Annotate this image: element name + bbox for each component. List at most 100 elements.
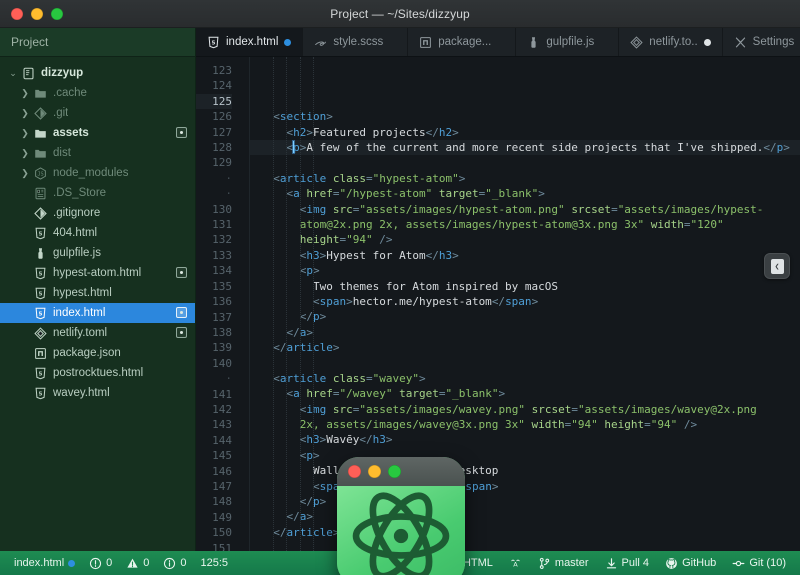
code-line[interactable]: <section> [260,109,800,124]
status-bar: index.html 0 0 0 125:5 UTF-8 HTML Amaster Pull … [0,551,800,575]
collapse-panel-button[interactable]: ❮ [764,253,790,279]
tab-netlify-to-[interactable]: netlify.to.. [619,28,722,56]
tree-item-wavey-html[interactable]: 5wavey.html [0,383,195,403]
code-line[interactable]: atom@2x.png 2x, assets/images/hypest-ato… [260,217,800,232]
code-line[interactable]: height="94" /> [260,232,800,247]
tree-item--ds-store[interactable]: .DS_Store [0,183,195,203]
status-item-master[interactable]: master [538,557,589,570]
code-line[interactable]: <img src="assets/images/wavey.png" srcse… [260,402,800,417]
soft-wrap-marker: · [196,186,232,201]
tab-close-icon[interactable] [600,39,607,46]
code-line[interactable]: <img src="assets/images/hypest-atom.png"… [260,202,800,217]
tree-item-label: node_modules [53,167,128,179]
line-number: 140 [196,356,232,371]
code-line[interactable]: </article> [260,525,800,540]
tab-label: Settings [753,36,795,48]
tree-item-hypest-atom-html[interactable]: 5hypest-atom.html [0,263,195,283]
status-item-125-5[interactable]: 125:5 [201,557,229,569]
tree-item--gitignore[interactable]: .gitignore [0,203,195,223]
code-line[interactable]: 2x, assets/images/wavey@3x.png 3x" width… [260,417,800,432]
code-line[interactable] [260,540,800,551]
code-line[interactable]: </a> [260,325,800,340]
chevron-right-icon[interactable]: ❯ [18,169,32,178]
code-editor[interactable]: 123124125126127128129··13013113213313413… [196,57,800,551]
code-content[interactable]: <section> <h2>Featured projects</h2> <p>… [250,57,800,551]
close-button[interactable] [11,8,23,20]
status-item-autocomplete-icon[interactable]: A [509,557,522,570]
status-item-pull-4[interactable]: Pull 4 [605,557,650,570]
tab-modified-indicator[interactable] [284,39,291,46]
tree-item-assets[interactable]: ❯assets [0,123,195,143]
status-item-0[interactable]: 0 [126,557,149,570]
status-item-label: HTML [463,557,493,569]
chevron-right-icon[interactable]: ❯ [18,129,32,138]
minimize-button[interactable] [31,8,43,20]
chevron-right-icon[interactable]: ❯ [18,89,32,98]
status-item-git-10-[interactable]: Git (10) [732,557,786,570]
tree-item-netlify-toml[interactable]: netlify.toml [0,323,195,343]
tab-style-scss[interactable]: style.scss [303,28,408,56]
window-title: Project — ~/Sites/dizzyup [0,7,800,21]
tab-index-html[interactable]: 5 index.html [196,28,303,56]
tab-modified-indicator[interactable] [704,39,711,46]
chevron-down-icon[interactable]: ⌄ [6,69,20,78]
line-number: 134 [196,263,232,278]
fold-column[interactable] [240,57,250,551]
code-line[interactable]: <a href="/hypest-atom" target="_blank"> [260,186,800,201]
tree-item-gulpfile-js[interactable]: gulpfile.js [0,243,195,263]
error-icon [89,557,102,570]
tree-item-404-html[interactable]: 5404.html [0,223,195,243]
code-line[interactable]: <h3>Hypest for Atom</h3> [260,248,800,263]
code-line[interactable]: </a> [260,509,800,524]
status-item-0[interactable]: 0 [89,557,112,570]
code-line[interactable]: <span>hector.me/wavey</span> [260,479,800,494]
code-line[interactable]: <p>A few of the current and more recent … [250,140,800,155]
tree-item--cache[interactable]: ❯.cache [0,83,195,103]
code-line[interactable]: <span>hector.me/hypest-atom</span> [260,294,800,309]
code-line[interactable]: </p> [260,309,800,324]
tree-item-package-json[interactable]: package.json [0,343,195,363]
chevron-right-icon[interactable]: ❯ [18,149,32,158]
code-line[interactable]: Wallpapers for iOS & desktop [260,463,800,478]
tree-item-dizzyup[interactable]: ⌄dizzyup [0,63,195,83]
code-line[interactable]: <p> [260,448,800,463]
code-line[interactable]: <a href="/wavey" target="_blank"> [260,386,800,401]
tree-item-dist[interactable]: ❯dist [0,143,195,163]
status-item-utf-8[interactable]: UTF-8 [416,557,447,569]
code-line[interactable]: <h3>Wavēy</h3> [260,432,800,447]
code-line[interactable]: <h2>Featured projects</h2> [260,125,800,140]
code-line[interactable]: <article class="hypest-atom"> [260,171,800,186]
code-line[interactable]: </article> [260,340,800,355]
code-line[interactable]: <article class="wavey"> [260,371,800,386]
tab-label: style.scss [333,36,383,48]
binary-icon [32,187,49,200]
tree-item-index-html[interactable]: 5index.html [0,303,195,323]
code-line[interactable]: </p> [260,494,800,509]
status-item-index-html[interactable]: index.html [14,557,75,569]
tab-label: index.html [226,36,278,48]
code-line[interactable] [260,355,800,370]
tree-item-node-modules[interactable]: ❯JSnode_modules [0,163,195,183]
status-item-0[interactable]: 0 [163,557,186,570]
tree-item--git[interactable]: ❯.git [0,103,195,123]
zoom-button[interactable] [51,8,63,20]
status-item-github[interactable]: GitHub [665,557,716,570]
code-line[interactable] [260,155,800,170]
code-line[interactable]: Two themes for Atom inspired by macOS [260,279,800,294]
html5-icon: 5 [32,267,49,280]
sidebar-header-label: Project [0,28,195,57]
project-file-tree[interactable]: ⌄dizzyup❯.cache❯.git❯assets❯dist❯JSnode_… [0,57,195,403]
tree-item-postrocktues-html[interactable]: 5postrocktues.html [0,363,195,383]
html5-icon: 5 [207,36,220,49]
chevron-right-icon[interactable]: ❯ [18,109,32,118]
tab-package-[interactable]: package... [408,28,516,56]
editor-tabbar[interactable]: 5 index.html style.scss package...gulpfile.… [196,28,800,57]
tab-close-icon[interactable] [389,39,396,46]
tab-gulpfile-js[interactable]: gulpfile.js [516,28,619,56]
tab-settings[interactable]: Settings [723,28,800,56]
status-item-html[interactable]: HTML [463,557,493,569]
code-line[interactable]: <p> [260,263,800,278]
line-number: 141 [196,387,232,402]
tree-item-hypest-html[interactable]: 5hypest.html [0,283,195,303]
tab-close-icon[interactable] [497,39,504,46]
